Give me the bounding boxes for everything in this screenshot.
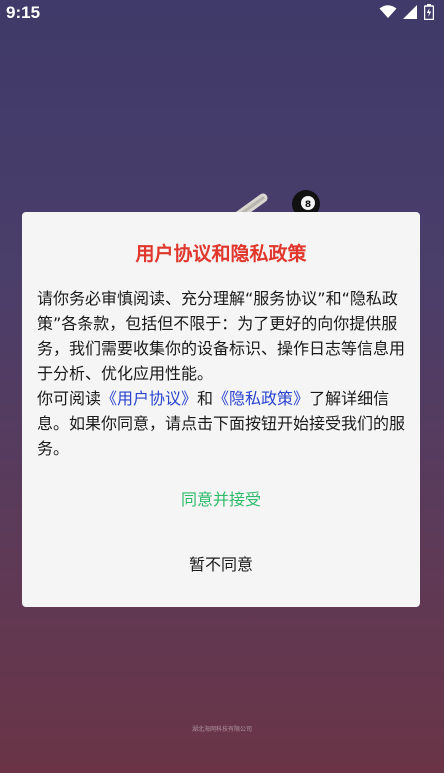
agree-button[interactable]: 同意并接受	[22, 482, 420, 518]
user-agreement-link[interactable]: 《用户协议》	[101, 389, 197, 408]
paragraph-2-prefix: 你可阅读	[37, 389, 102, 408]
status-bar: 9:15	[0, 0, 444, 28]
privacy-dialog: 用户协议和隐私政策 请你务必审慎阅读、充分理解“服务协议”和“隐私政策”各条款，…	[22, 212, 420, 607]
dialog-paragraph-2: 你可阅读《用户协议》和《隐私政策》了解详细信息。如果你同意，请点击下面按钮开始接…	[37, 386, 409, 461]
paragraph-2-and: 和	[197, 389, 214, 408]
dialog-paragraph-1: 请你务必审慎阅读、充分理解“服务协议”和“隐私政策”各条款，包括但不限于：为了更…	[37, 289, 406, 383]
dialog-body: 请你务必审慎阅读、充分理解“服务协议”和“隐私政策”各条款，包括但不限于：为了更…	[37, 286, 409, 461]
status-time: 9:15	[6, 3, 41, 22]
battery-icon	[424, 4, 434, 20]
privacy-policy-link[interactable]: 《隐私政策》	[213, 389, 309, 408]
disagree-button[interactable]: 暂不同意	[22, 547, 420, 583]
dialog-title: 用户协议和隐私政策	[135, 243, 307, 265]
cell-signal-icon	[403, 5, 418, 19]
wifi-icon	[379, 5, 397, 19]
footer-text: 湖北海网科技有限公司	[191, 726, 252, 733]
svg-text:8: 8	[305, 200, 311, 210]
status-icons	[379, 3, 434, 21]
